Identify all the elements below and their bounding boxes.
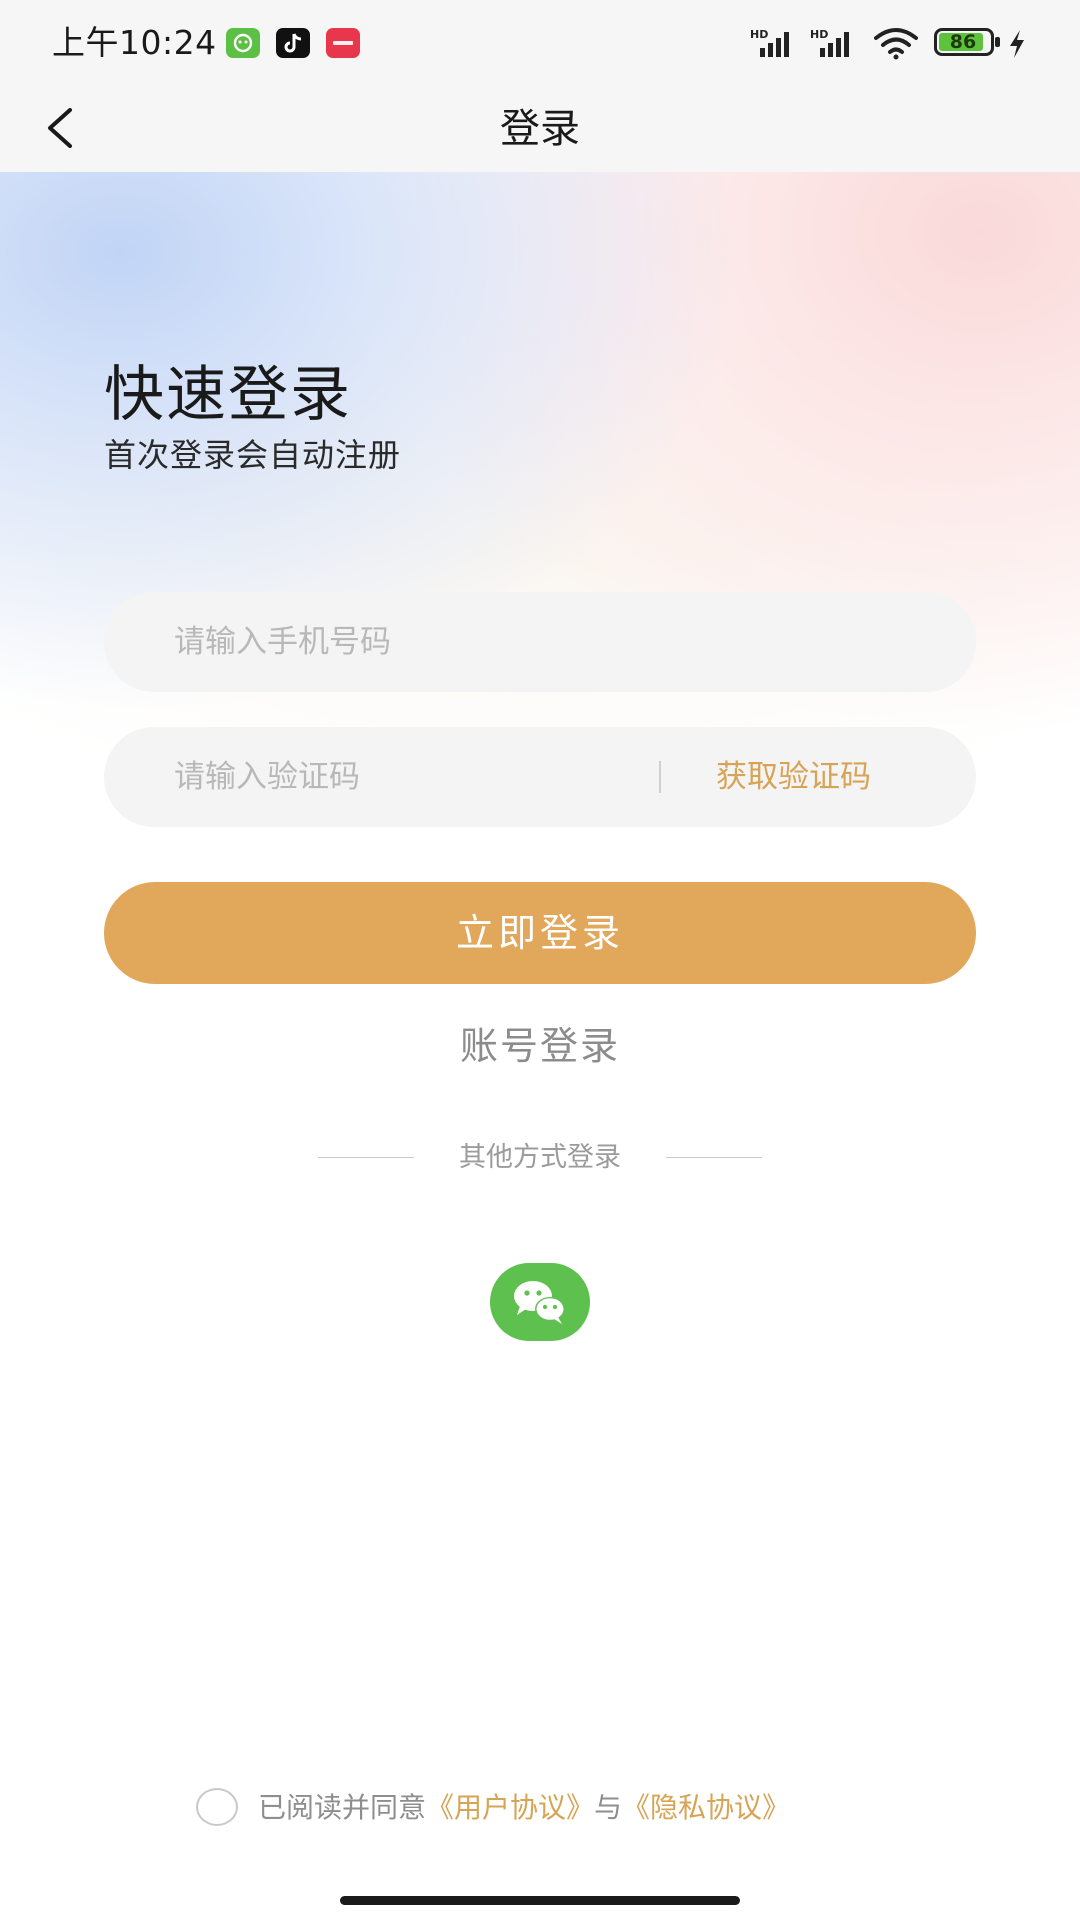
hero-subtitle: 首次登录会自动注册 xyxy=(104,436,402,474)
status-bar: 上午10:24 HD HD 86 xyxy=(0,0,1080,86)
battery-level: 86 xyxy=(949,31,977,53)
get-code-button[interactable]: 获取验证码 xyxy=(716,727,871,827)
agreement-text: 已阅读并同意《用户协议》与《隐私协议》 xyxy=(258,1784,790,1832)
notification-app-icon xyxy=(226,28,260,58)
wechat-login-button[interactable] xyxy=(490,1263,590,1341)
charging-icon xyxy=(1010,30,1024,58)
divider-line-right xyxy=(666,1157,762,1158)
agreement-conjunction: 与 xyxy=(594,1791,623,1824)
back-arrow-icon[interactable] xyxy=(36,100,92,156)
status-time: 上午10:24 xyxy=(52,23,217,62)
hero-title: 快速登录 xyxy=(104,360,352,430)
other-methods-label: 其他方式登录 xyxy=(459,1142,621,1173)
signal-strength-icon-2: HD xyxy=(810,28,849,57)
divider xyxy=(659,761,661,793)
code-field: 获取验证码 xyxy=(104,727,976,827)
home-indicator[interactable] xyxy=(340,1896,740,1905)
tiktok-icon xyxy=(276,28,310,58)
account-login-link[interactable]: 账号登录 xyxy=(0,1018,1080,1074)
wifi-icon xyxy=(874,28,918,60)
page-title: 登录 xyxy=(500,106,580,152)
nav-bar: 登录 xyxy=(0,86,1080,172)
signal-strength-icon: HD xyxy=(750,28,789,57)
user-agreement-link[interactable]: 《用户协议》 xyxy=(426,1791,594,1824)
login-button[interactable]: 立即登录 xyxy=(104,882,976,984)
svg-text:HD: HD xyxy=(750,28,768,41)
privacy-agreement-link[interactable]: 《隐私协议》 xyxy=(622,1791,790,1824)
phone-input[interactable] xyxy=(174,592,934,692)
agreement-prefix: 已阅读并同意 xyxy=(258,1791,427,1824)
verification-code-input[interactable] xyxy=(174,727,654,827)
agreement-row: 已阅读并同意《用户协议》与《隐私协议》 xyxy=(196,1784,956,1832)
agreement-checkbox[interactable] xyxy=(196,1788,238,1826)
wechat-icon xyxy=(514,1281,565,1324)
other-methods-divider: 其他方式登录 xyxy=(0,1138,1080,1178)
xiaohongshu-icon xyxy=(326,28,360,58)
svg-text:HD: HD xyxy=(810,28,828,41)
phone-field xyxy=(104,592,976,692)
login-screen: 上午10:24 HD HD 86 登录 快速登录 首次登录会自动注册 请输入手机… xyxy=(0,0,1080,1920)
battery-icon: 86 xyxy=(934,28,1000,58)
